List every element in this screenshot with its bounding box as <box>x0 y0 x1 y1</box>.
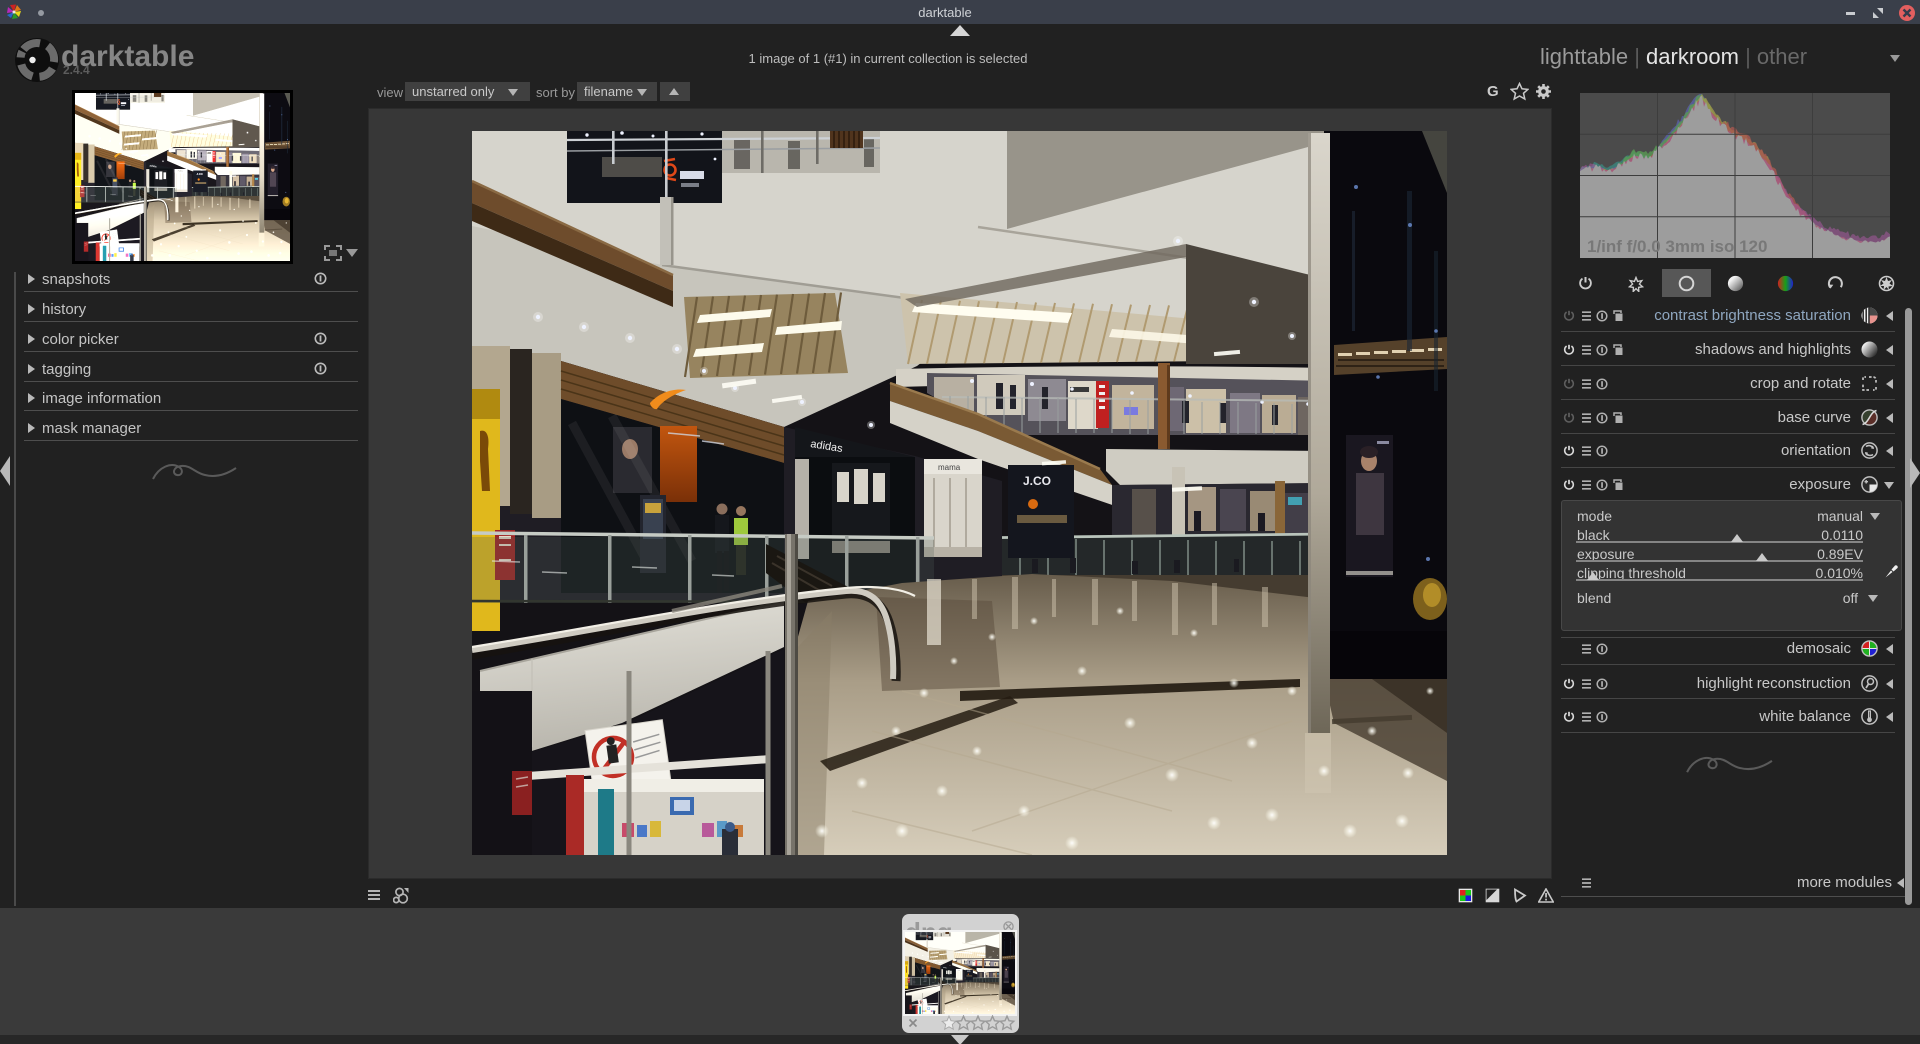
svg-text:1/inf f/0.0 3mm iso 120: 1/inf f/0.0 3mm iso 120 <box>1587 237 1767 256</box>
